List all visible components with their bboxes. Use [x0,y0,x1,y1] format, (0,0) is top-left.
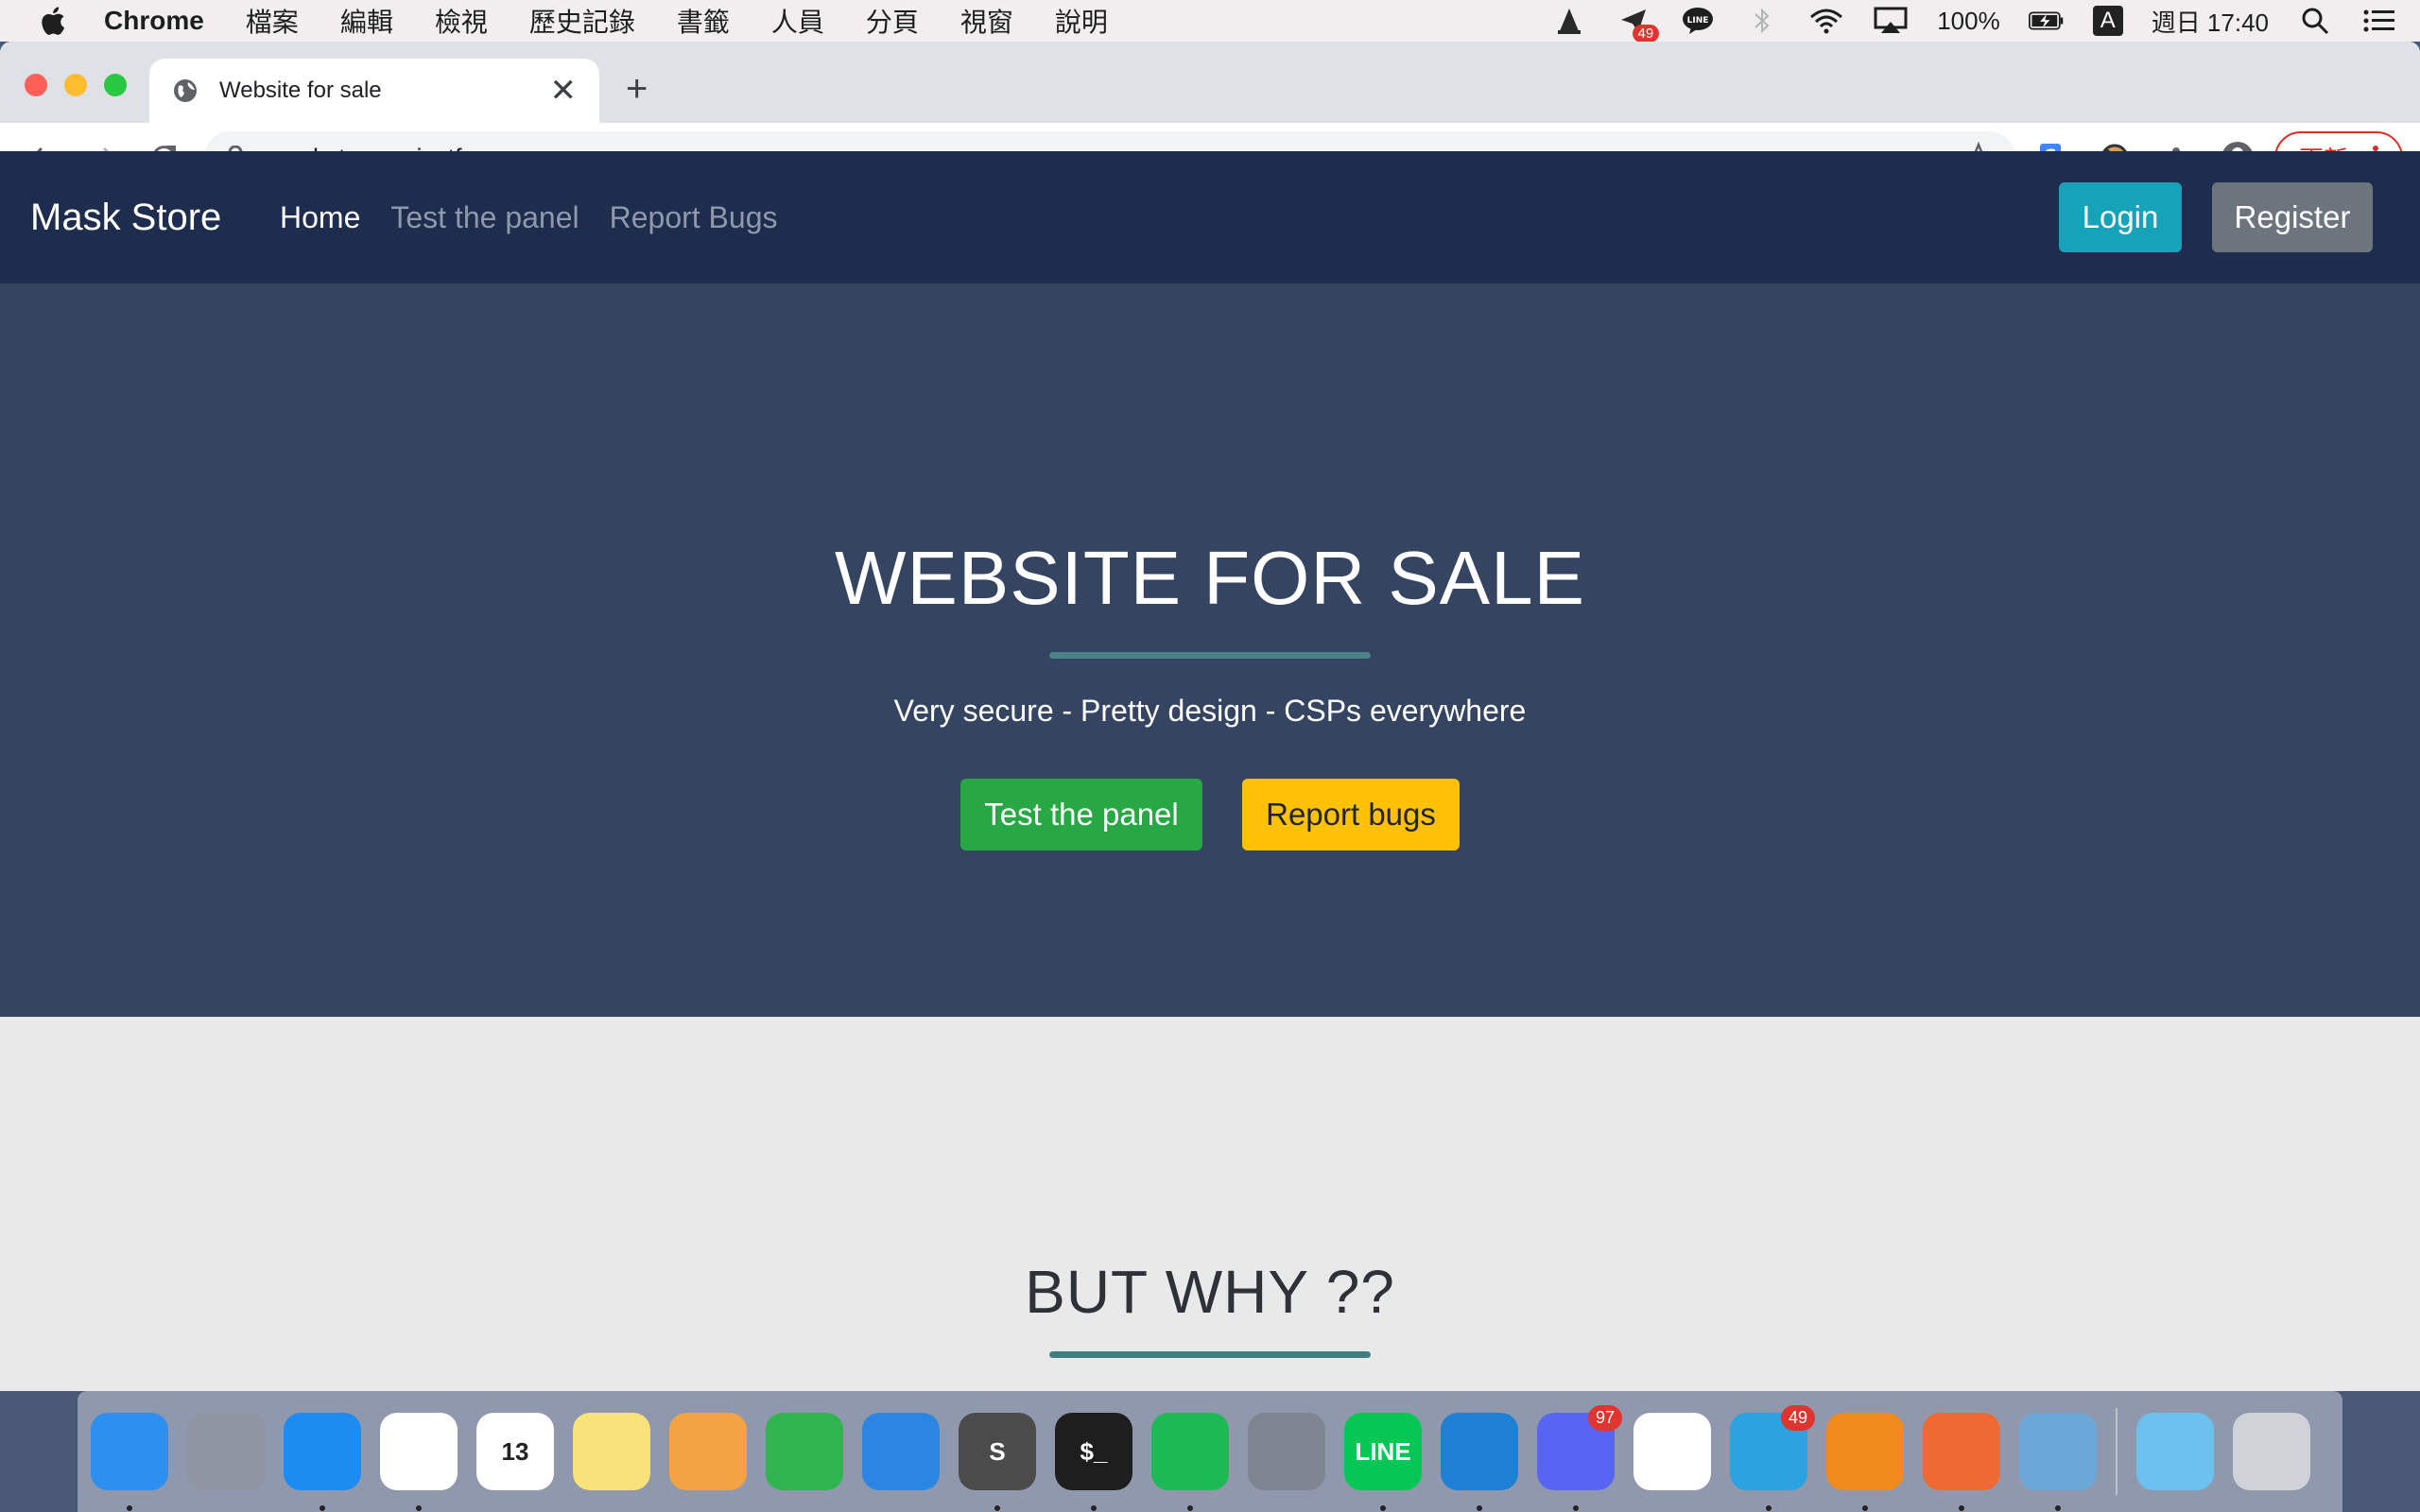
notification-badge: 49 [1632,25,1660,43]
sublime-text-icon[interactable]: S [959,1413,1036,1511]
nav-test-panel-link[interactable]: Test the panel [390,200,579,235]
running-indicator [1477,1505,1482,1511]
dock-notification-badge: 49 [1780,1405,1815,1431]
terminal-icon[interactable]: $_ [1055,1413,1132,1511]
wifi-icon[interactable] [1808,5,1844,37]
dock-app-label: 13 [501,1436,529,1466]
vlc-icon[interactable] [1826,1413,1904,1511]
running-indicator [320,1505,325,1511]
battery-percentage: 100% [1937,6,2000,35]
paper-plane-status-icon[interactable]: 49 [1616,5,1660,43]
tab-strip: Website for sale ✕ + [0,42,2420,123]
tab-website-for-sale[interactable]: Website for sale ✕ [149,59,599,123]
discord-icon[interactable]: 97 [1537,1405,1622,1511]
menu-people[interactable]: 人員 [771,2,824,40]
menu-items: Chrome 檔案 編輯 檢視 歷史記錄 書籤 人員 分頁 視窗 說明 [104,2,1150,40]
nav-report-bugs-link[interactable]: Report Bugs [610,200,778,235]
hero-tagline: Very secure - Pretty design - CSPs every… [893,694,1527,728]
menu-help[interactable]: 說明 [1055,2,1108,40]
running-indicator [127,1505,132,1511]
why-section-title: BUT WHY ?? [1025,1258,1395,1326]
slack-icon[interactable] [1634,1413,1711,1490]
running-indicator [1187,1505,1193,1511]
running-indicator [2055,1505,2061,1511]
site-brand[interactable]: Mask Store [30,197,221,239]
calendar-icon[interactable]: 13 [476,1413,554,1490]
svg-text:LINE: LINE [1687,16,1709,26]
status-area: 49 LINE 100% A 週日 17:40 [1551,0,2397,43]
register-button[interactable]: Register [2212,182,2373,252]
spotlight-search-icon[interactable] [2297,5,2333,37]
trash-icon[interactable] [2233,1413,2310,1490]
menu-bookmarks[interactable]: 書籤 [677,2,730,40]
vlc-status-icon[interactable] [1551,5,1587,37]
vscode-icon[interactable] [1441,1413,1518,1511]
dock-separator [2116,1408,2118,1495]
notes-icon[interactable] [573,1413,650,1490]
site-navbar: Mask Store Home Test the panel Report Bu… [0,151,2420,284]
nav-home-link[interactable]: Home [280,200,360,235]
line-icon[interactable]: LINE [1344,1413,1422,1511]
running-indicator [1959,1505,1964,1511]
launchpad-icon[interactable] [187,1413,265,1490]
safari-icon[interactable] [284,1413,361,1511]
tab-title: Website for sale [219,77,382,103]
macos-menu-bar: Chrome 檔案 編輯 檢視 歷史記錄 書籤 人員 分頁 視窗 說明 49 L… [0,0,2420,43]
keynote-icon[interactable] [862,1413,940,1490]
test-panel-button[interactable]: Test the panel [960,779,1202,850]
close-tab-icon[interactable]: ✕ [550,75,578,107]
telegram-icon[interactable]: 49 [1730,1405,1815,1511]
menu-view[interactable]: 檢視 [435,2,488,40]
menu-edit[interactable]: 編輯 [340,2,393,40]
battery-icon[interactable] [2028,5,2065,37]
running-indicator [1573,1505,1579,1511]
running-indicator [994,1505,1000,1511]
menu-history[interactable]: 歷史記錄 [529,2,635,40]
dock-app-label: $_ [1080,1436,1108,1466]
minimize-window-button[interactable] [64,74,87,96]
menubar-clock[interactable]: 週日 17:40 [2152,4,2269,39]
report-bugs-button[interactable]: Report bugs [1242,779,1460,850]
system-preferences-icon[interactable] [1248,1413,1325,1490]
bluetooth-icon[interactable] [1744,5,1780,37]
running-indicator [1091,1505,1097,1511]
dock: 13 S $_ LINE 97 49 [78,1391,2342,1512]
site-nav-links: Home Test the panel Report Bugs [280,200,777,235]
close-window-button[interactable] [25,74,47,96]
fullscreen-window-button[interactable] [104,74,127,96]
running-indicator [1766,1505,1772,1511]
line-status-icon[interactable]: LINE [1680,5,1716,37]
pages-icon[interactable] [669,1413,747,1490]
preview-icon[interactable] [2019,1413,2097,1511]
login-button[interactable]: Login [2059,182,2182,252]
apple-menu-icon[interactable] [0,5,104,37]
hero-section: WEBSITE FOR SALE Very secure - Pretty de… [0,284,2420,1017]
notification-center-icon[interactable] [2361,5,2397,37]
burp-suite-icon[interactable] [1923,1413,2000,1511]
hero-title: WEBSITE FOR SALE [835,536,1585,620]
finder-icon[interactable] [91,1413,168,1511]
menu-window[interactable]: 視窗 [960,2,1013,40]
menu-tab[interactable]: 分頁 [866,2,919,40]
running-indicator [416,1505,422,1511]
spotify-icon[interactable] [1151,1413,1229,1511]
why-section: BUT WHY ?? [0,1017,2420,1391]
globe-icon [174,79,197,102]
hero-divider [1049,652,1371,659]
chrome-icon[interactable] [380,1413,458,1511]
window-controls [25,74,127,96]
running-indicator [1862,1505,1868,1511]
running-indicator [1380,1505,1386,1511]
menu-app-name[interactable]: Chrome [104,6,204,36]
numbers-icon[interactable] [766,1413,843,1490]
dock-app-label: LINE [1355,1436,1411,1466]
input-source-indicator[interactable]: A [2092,6,2123,36]
dock-app-label: S [989,1436,1006,1466]
menu-file[interactable]: 檔案 [246,2,299,40]
downloads-folder-icon[interactable] [2136,1413,2214,1490]
airplay-icon[interactable] [1873,5,1909,37]
why-divider [1049,1351,1371,1358]
new-tab-button[interactable]: + [626,70,648,108]
dock-notification-badge: 97 [1587,1405,1622,1431]
